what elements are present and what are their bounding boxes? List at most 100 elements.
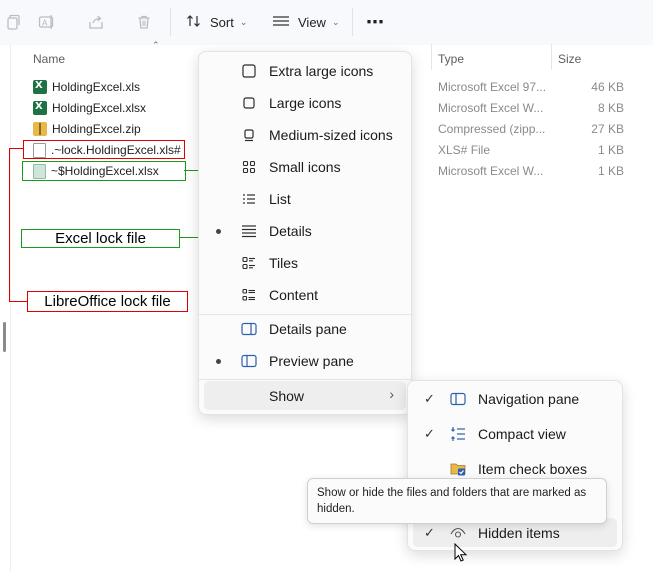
navigation-pane-icon [450, 391, 466, 407]
submenu-item-label: Item check boxes [478, 461, 587, 477]
chevron-right-icon: › [389, 386, 394, 402]
list-icon [241, 191, 257, 207]
callout-label: LibreOffice lock file [44, 293, 171, 310]
file-row[interactable]: HoldingExcel.xls [33, 78, 140, 96]
rename-icon[interactable]: A [35, 10, 59, 34]
menu-item-list[interactable]: List [199, 185, 411, 213]
large-icons-icon [241, 95, 257, 111]
menu-item-label: Details pane [269, 321, 347, 337]
share-icon[interactable] [84, 10, 108, 34]
menu-item-show[interactable]: Show › [204, 381, 406, 410]
selected-bullet-icon [216, 358, 221, 364]
annotation-connector [9, 148, 23, 149]
compact-view-icon [450, 426, 466, 442]
sort-icon [186, 13, 202, 32]
selected-bullet-icon [216, 228, 221, 234]
file-type: XLS# File [438, 143, 491, 157]
sort-ascending-icon: ⌃ [152, 40, 160, 50]
libreoffice-lock-callout: LibreOffice lock file [27, 291, 188, 312]
menu-item-label: Preview pane [269, 353, 354, 369]
mouse-cursor-icon [454, 542, 468, 566]
file-size: 8 KB [597, 101, 624, 115]
file-row[interactable]: HoldingExcel.zip [33, 120, 141, 138]
callout-label: Excel lock file [55, 230, 146, 247]
zip-folder-icon [33, 122, 47, 136]
copy-icon[interactable] [1, 10, 25, 34]
submenu-item-label: Navigation pane [478, 391, 580, 407]
chevron-down-icon: ⌄ [331, 16, 340, 27]
menu-item-label: Large icons [269, 95, 342, 111]
column-header-type[interactable]: Type [438, 52, 464, 66]
view-label: View [298, 14, 326, 30]
submenu-item-label: Hidden items [478, 524, 560, 541]
item-check-boxes-icon [450, 461, 466, 477]
file-row[interactable]: HoldingExcel.xlsx [33, 99, 146, 117]
file-type: Microsoft Excel W... [438, 164, 544, 178]
file-name: HoldingExcel.xlsx [52, 101, 147, 115]
sort-button[interactable]: Sort ⌄ [186, 10, 247, 34]
excel-file-icon [33, 101, 47, 115]
navigation-pane-scrollbar[interactable] [3, 322, 6, 352]
menu-item-large-icons[interactable]: Large icons [199, 89, 411, 117]
libreoffice-lock-highlight [23, 140, 185, 159]
file-size: 1 KB [597, 143, 624, 157]
sort-label: Sort [210, 14, 234, 30]
column-header-name[interactable]: Name [33, 52, 65, 66]
menu-item-label: Medium-sized icons [269, 127, 393, 143]
details-icon [241, 223, 257, 239]
menu-item-small-icons[interactable]: Small icons [199, 153, 411, 181]
tiles-icon [241, 255, 257, 271]
view-menu: Extra large icons Large icons Medium-siz… [198, 51, 412, 415]
menu-item-label: Tiles [269, 255, 299, 271]
column-divider[interactable] [551, 44, 552, 70]
chevron-down-icon: ⌄ [239, 16, 248, 27]
annotation-connector [9, 301, 27, 302]
preview-pane-icon [241, 353, 257, 369]
menu-item-label: Extra large icons [269, 63, 374, 79]
view-icon [272, 13, 290, 32]
tooltip-text: Show or hide the files and folders that … [317, 487, 587, 515]
svg-text:A: A [42, 19, 48, 28]
view-button[interactable]: View ⌄ [272, 10, 340, 34]
file-type: Microsoft Excel W... [438, 101, 544, 115]
menu-item-label: Show [269, 387, 305, 404]
column-header-size[interactable]: Size [558, 52, 581, 66]
command-bar: A Sort ⌄ View ⌄ ⋯ [0, 0, 653, 45]
navigation-pane-edge [10, 45, 11, 571]
checkmark-icon: ✓ [424, 391, 435, 406]
menu-item-label: Details [269, 223, 312, 239]
menu-item-preview-pane[interactable]: Preview pane [199, 347, 411, 375]
menu-item-tiles[interactable]: Tiles [199, 249, 411, 277]
extra-large-icons-icon [241, 63, 257, 79]
checkmark-icon: ✓ [424, 426, 435, 441]
submenu-item-compact-view[interactable]: ✓ Compact view [408, 420, 622, 448]
details-pane-icon [241, 321, 257, 337]
excel-file-icon [33, 80, 47, 94]
submenu-item-label: Compact view [478, 426, 566, 442]
menu-item-content[interactable]: Content [199, 281, 411, 309]
menu-item-label: Small icons [269, 159, 341, 175]
small-icons-icon [241, 159, 257, 175]
more-icon: ⋯ [366, 11, 384, 32]
column-divider[interactable] [431, 44, 432, 70]
hidden-items-tooltip: Show or hide the files and folders that … [307, 478, 607, 524]
menu-item-details[interactable]: Details [199, 217, 411, 245]
file-type: Compressed (zipp... [438, 122, 546, 136]
medium-icons-icon [241, 127, 257, 143]
file-type: Microsoft Excel 97... [438, 80, 547, 94]
menu-item-details-pane[interactable]: Details pane [199, 315, 411, 343]
menu-item-medium-icons[interactable]: Medium-sized icons [199, 121, 411, 149]
more-options-button[interactable]: ⋯ [366, 10, 384, 34]
file-name: HoldingExcel.xls [52, 80, 141, 94]
excel-lock-highlight [22, 161, 186, 181]
toolbar-divider [352, 8, 353, 36]
menu-item-extra-large-icons[interactable]: Extra large icons [199, 57, 411, 85]
menu-item-label: List [269, 191, 291, 207]
checkmark-icon: ✓ [424, 524, 435, 540]
menu-item-label: Content [269, 287, 319, 303]
delete-icon[interactable] [132, 10, 156, 34]
file-size: 1 KB [597, 164, 624, 178]
submenu-item-navigation-pane[interactable]: ✓ Navigation pane [408, 385, 622, 413]
toolbar-divider [170, 8, 171, 36]
annotation-connector [9, 148, 10, 301]
